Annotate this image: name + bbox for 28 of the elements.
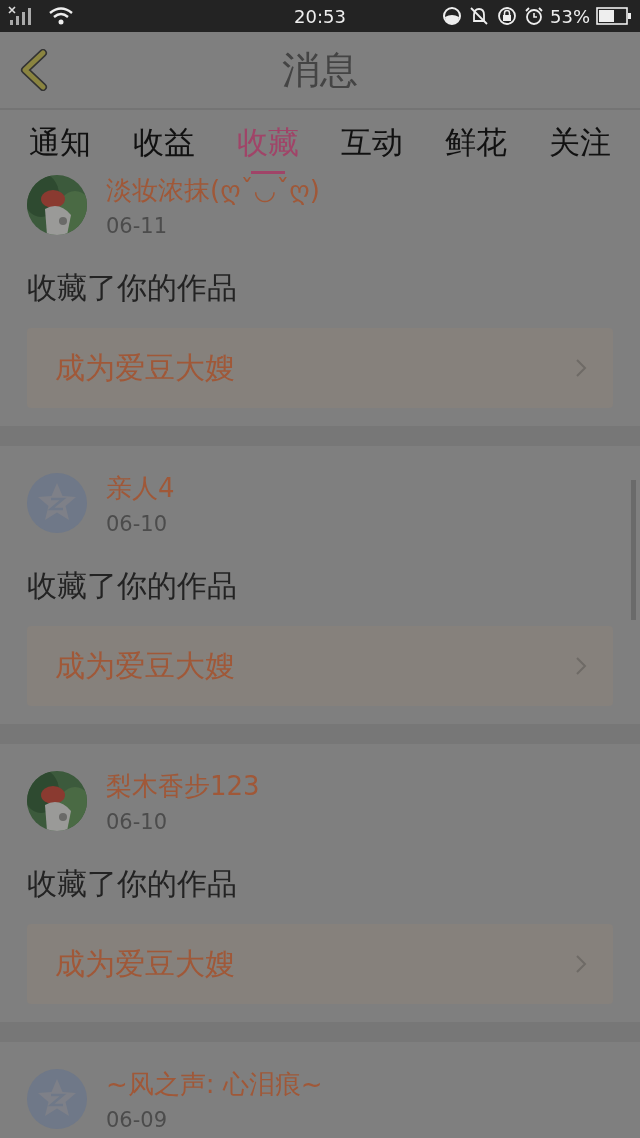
status-icon <box>442 6 462 26</box>
chevron-right-icon <box>575 954 587 974</box>
mute-icon <box>468 6 490 26</box>
battery-icon <box>596 7 632 25</box>
action-button[interactable]: 成为爱豆大嫂 <box>27 924 613 1004</box>
tab[interactable]: 互动 <box>320 110 424 175</box>
message-text: 收藏了你的作品 <box>27 865 238 903</box>
message-text: 收藏了你的作品 <box>27 269 238 307</box>
chevron-right-icon <box>575 358 587 378</box>
tab[interactable]: 通知 <box>8 110 112 175</box>
lock-rotation-icon <box>496 6 518 26</box>
user-name[interactable]: 梨木香步123 <box>106 768 260 804</box>
battery-percent: 53% <box>550 5 590 27</box>
user-name[interactable]: 亲人4 <box>106 470 175 506</box>
tab[interactable]: 收益 <box>112 110 216 175</box>
tab[interactable]: 收藏 <box>216 110 320 175</box>
page-title: 消息 <box>282 46 358 94</box>
action-button[interactable]: 成为爱豆大嫂 <box>27 328 613 408</box>
back-icon[interactable] <box>18 49 48 91</box>
alarm-icon <box>524 6 544 26</box>
chevron-right-icon <box>575 656 587 676</box>
tab[interactable]: 鲜花 <box>424 110 528 175</box>
user-name[interactable]: ~风之声: 心泪痕~ <box>106 1066 323 1102</box>
tab[interactable]: 关注 <box>528 110 632 175</box>
message-text: 收藏了你的作品 <box>27 567 238 605</box>
user-name[interactable]: 淡妆浓抹(ღˇ◡ˇღ) <box>106 175 320 208</box>
clock-time: 20:53 <box>293 5 347 27</box>
action-button[interactable]: 成为爱豆大嫂 <box>27 626 613 706</box>
